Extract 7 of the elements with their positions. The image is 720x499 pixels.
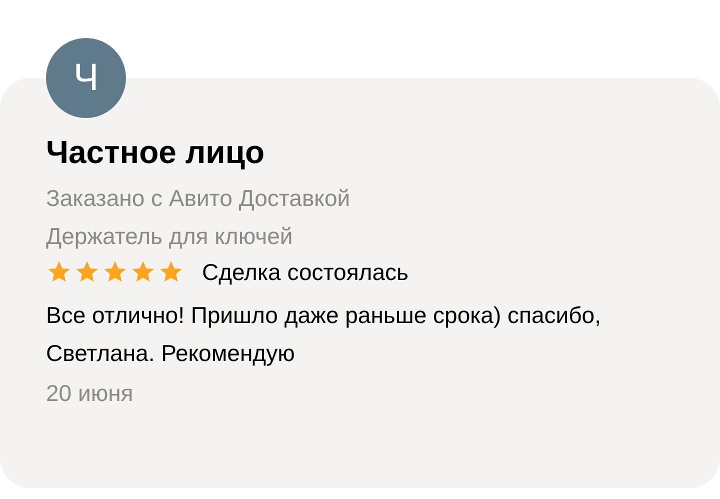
author-name: Частное лицо — [46, 133, 266, 172]
avatar: Ч — [46, 38, 126, 118]
review-text: Все отлично! Пришло даже раньше срока) спасибо, Светлана. Рекомендую — [46, 301, 602, 368]
deal-status: Сделка состоялась — [202, 258, 408, 287]
item-name: Держатель для ключей — [46, 222, 294, 251]
order-info: Заказано с Авито Доставкой — [46, 184, 352, 213]
review-date: 20 июня — [46, 379, 134, 408]
